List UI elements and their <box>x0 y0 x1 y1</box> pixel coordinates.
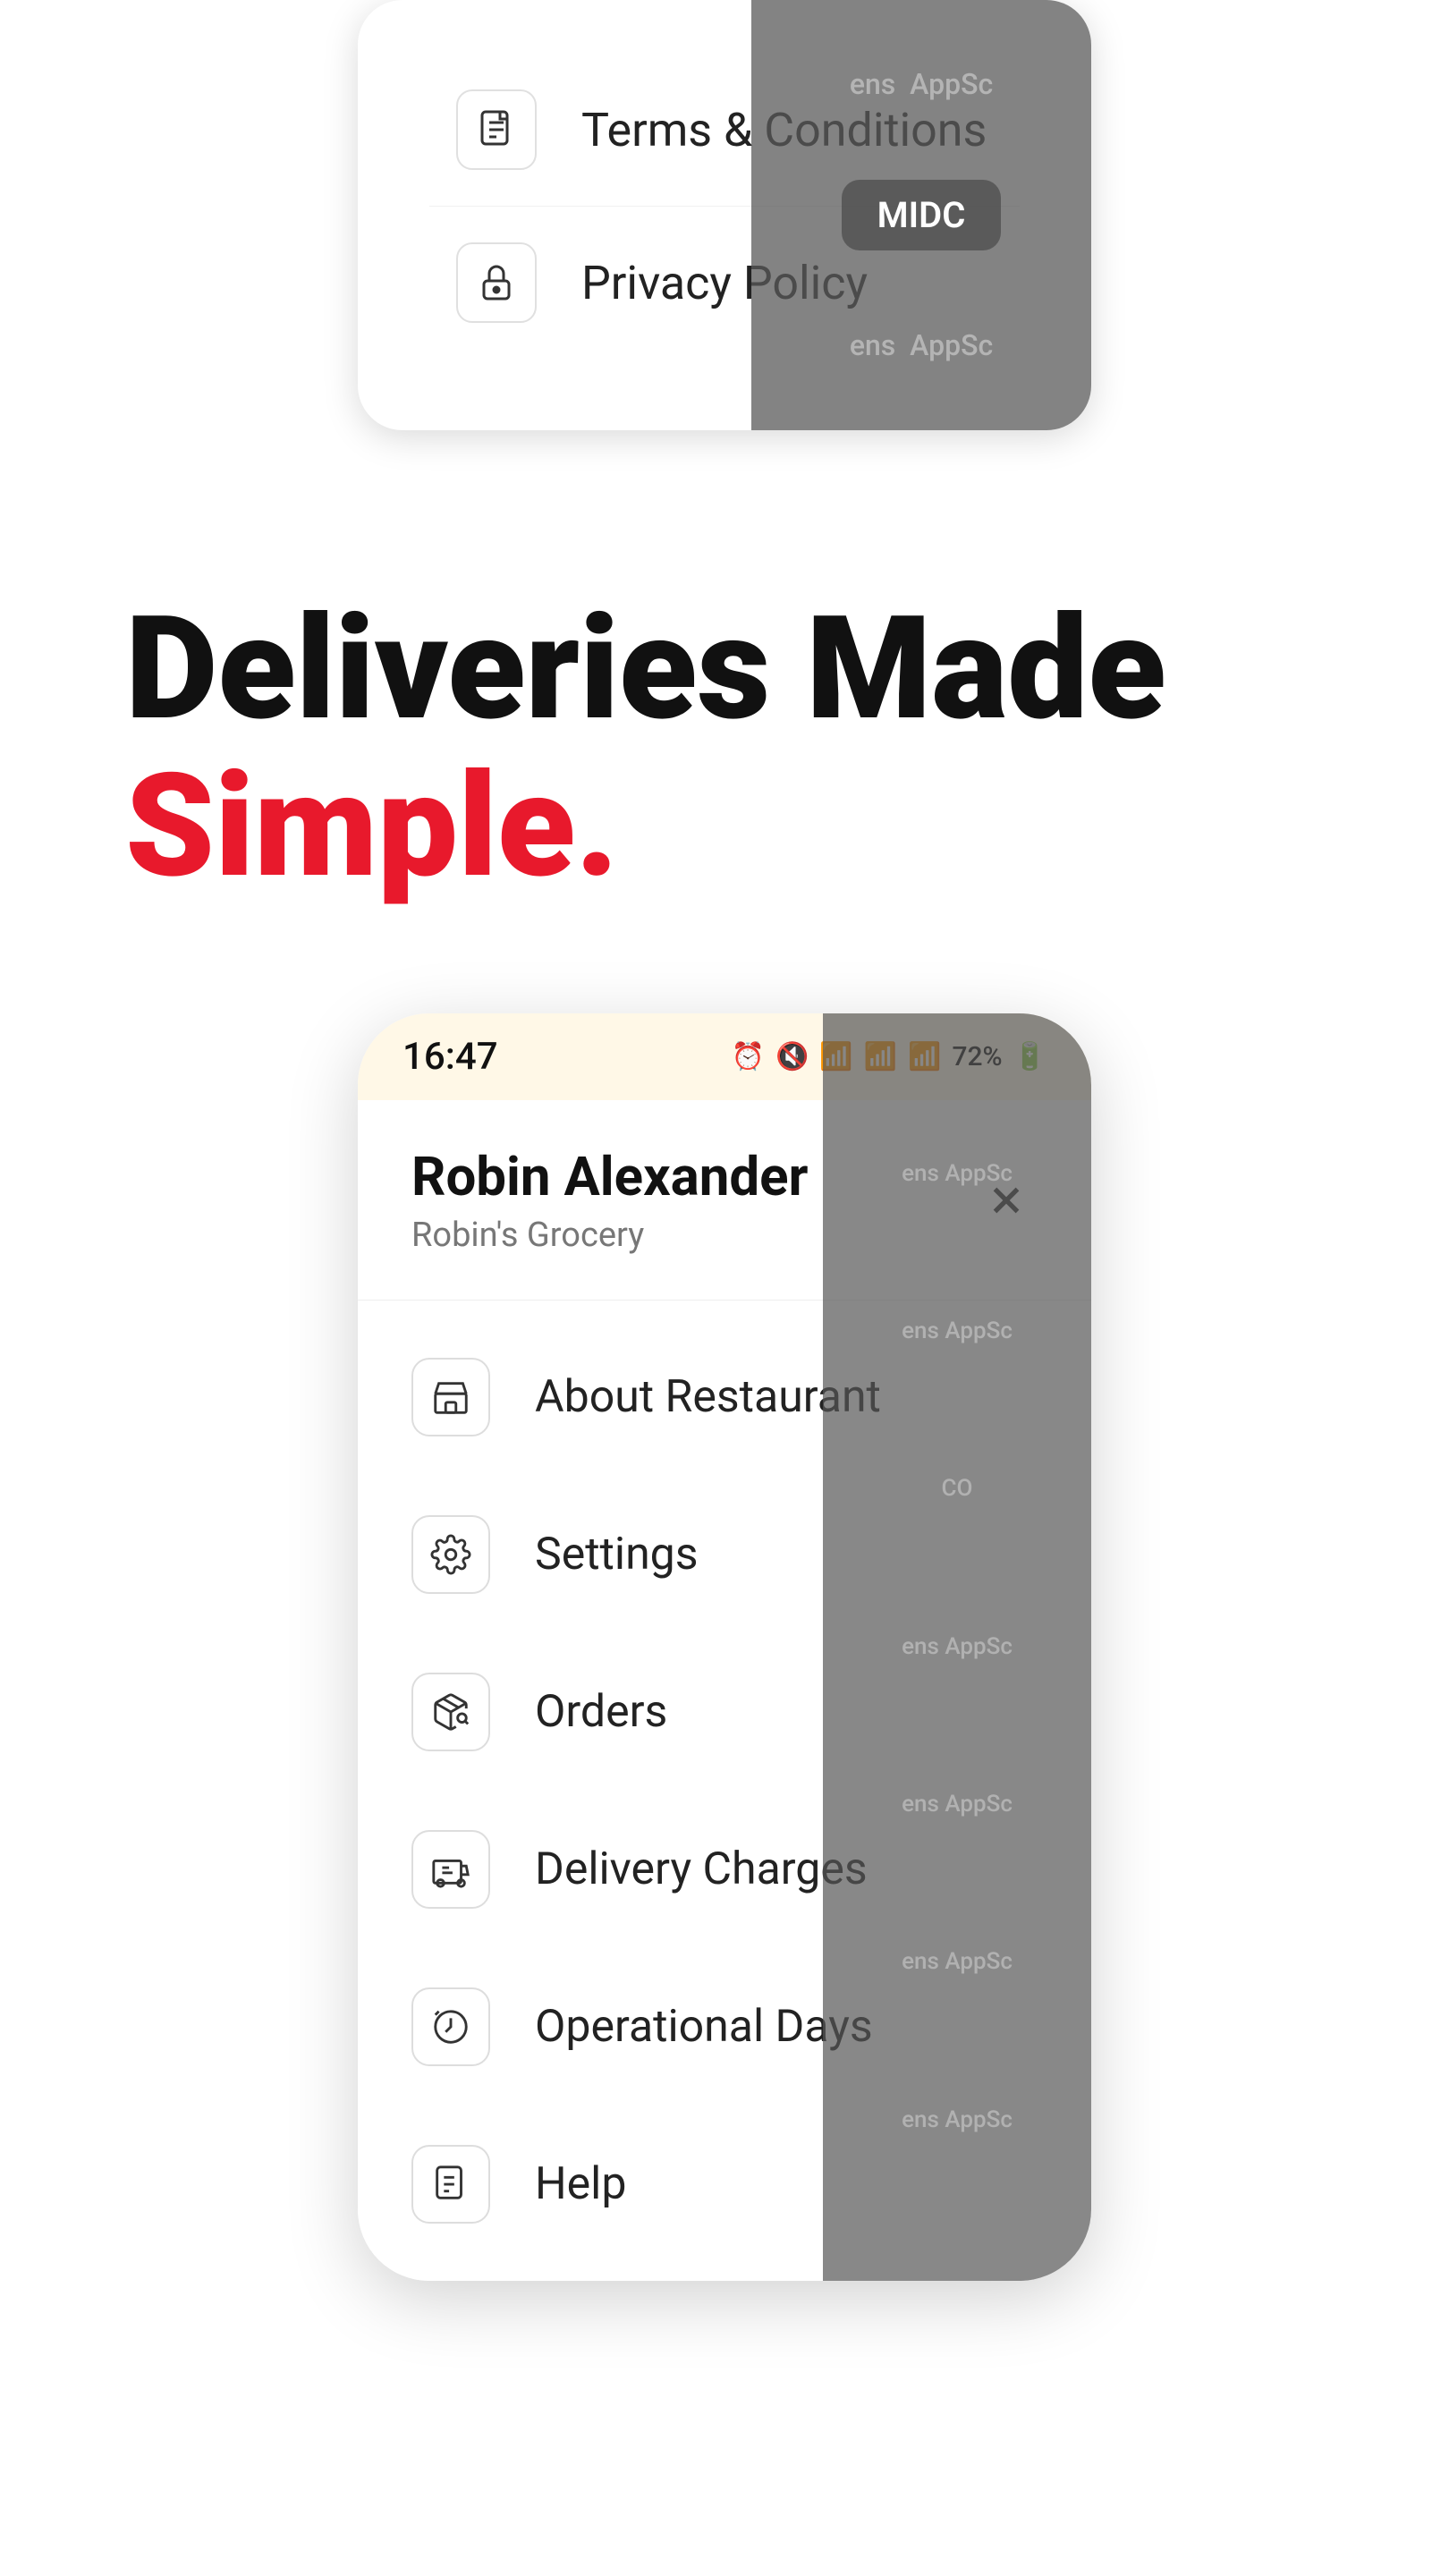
pwm-text-1: ens AppSc <box>902 1159 1013 1190</box>
document-icon <box>475 108 518 151</box>
orders-label: Orders <box>535 1686 667 1738</box>
pwm-text-5: ens AppSc <box>902 1790 1013 1820</box>
pwm-text-3: CO <box>942 1474 973 1504</box>
help-label: Help <box>535 2158 626 2210</box>
help-icon-box <box>411 2145 490 2224</box>
top-phone-card: Terms & Conditions Privacy Policy ens Ap… <box>358 0 1091 430</box>
user-store: Robin's Grocery <box>411 1216 809 1255</box>
clock-icon-box <box>411 1987 490 2066</box>
delivery-charges-label: Delivery Charges <box>535 1843 868 1895</box>
document-icon-box <box>456 89 537 170</box>
delivery-icon-box <box>411 1830 490 1909</box>
orders-icon-box <box>411 1673 490 1751</box>
delivery-icon <box>430 1849 471 1890</box>
hero-section: Deliveries Made Simple. <box>0 430 1449 1013</box>
store-icon <box>430 1377 471 1418</box>
phone-mockup-wrapper: 16:47 ⏰ 🔇 📶 📶 📶 72% 🔋 Robin Alexander Ro… <box>0 1013 1449 2281</box>
orders-icon <box>430 1691 471 1733</box>
phone-mockup: 16:47 ⏰ 🔇 📶 📶 📶 72% 🔋 Robin Alexander Ro… <box>358 1013 1091 2281</box>
hero-line1: Deliveries Made <box>125 591 1324 749</box>
user-info-block: Robin Alexander Robin's Grocery <box>411 1145 809 1255</box>
alarm-icon: ⏰ <box>732 1041 765 1072</box>
settings-icon-box <box>411 1515 490 1594</box>
mute-icon: 🔇 <box>775 1041 809 1072</box>
top-watermark-overlay: ens AppSc MIDC ens AppSc <box>751 0 1091 430</box>
wm-text-2: ens AppSc <box>850 326 993 366</box>
top-phone-section: Terms & Conditions Privacy Policy ens Ap… <box>0 0 1449 430</box>
wm-text-1: ens AppSc <box>850 64 993 105</box>
clock-icon <box>430 2006 471 2047</box>
phone-watermark-right: ens AppSc ens AppSc CO ens AppSc ens App… <box>823 1013 1091 2281</box>
status-time: 16:47 <box>402 1035 498 1079</box>
pwm-text-4: ens AppSc <box>902 1632 1013 1663</box>
lock-icon <box>475 261 518 304</box>
pwm-text-7: ens AppSc <box>902 2106 1013 2136</box>
midc-badge: MIDC <box>842 180 1002 250</box>
pwm-text-6: ens AppSc <box>902 1947 1013 1978</box>
hero-line2: Simple. <box>125 749 1324 906</box>
store-icon-box <box>411 1358 490 1436</box>
settings-label: Settings <box>535 1529 699 1580</box>
user-name: Robin Alexander <box>411 1145 809 1208</box>
pwm-text-2: ens AppSc <box>902 1317 1013 1347</box>
settings-icon <box>430 1534 471 1575</box>
lock-icon-box <box>456 242 537 323</box>
help-icon <box>430 2164 471 2205</box>
